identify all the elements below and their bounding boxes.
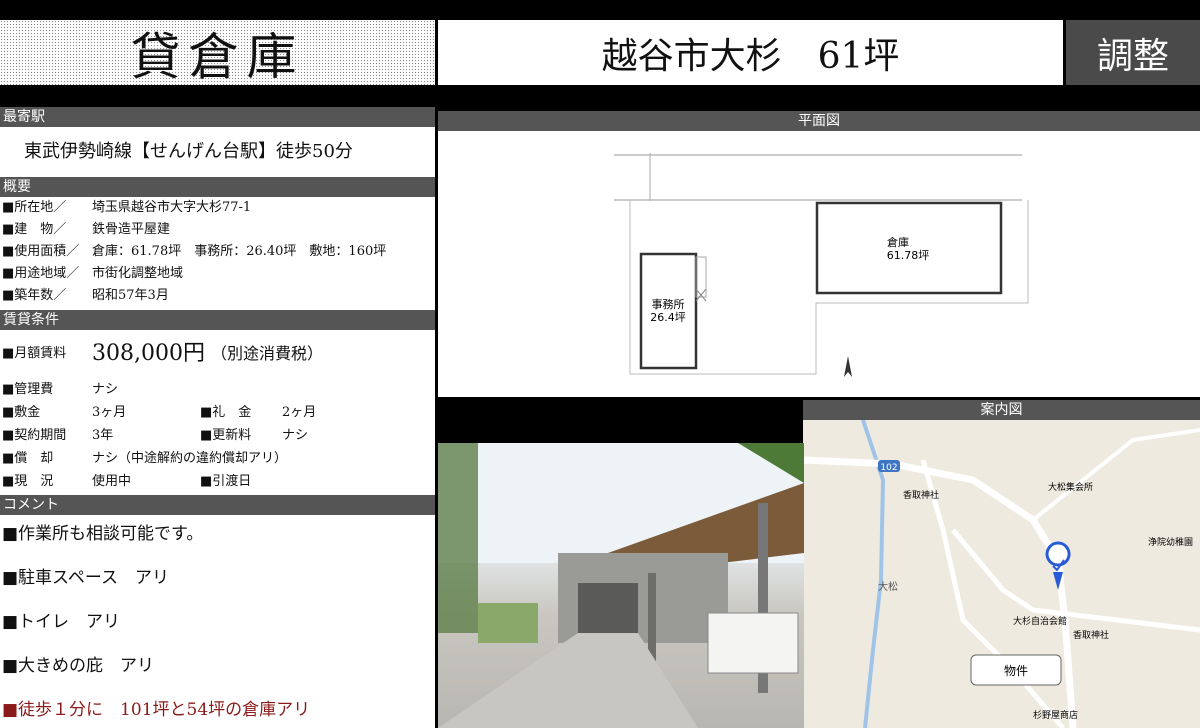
comment-item: ■トイレ アリ: [2, 612, 121, 632]
terms-section-header: 賃貸条件: [0, 310, 435, 330]
office-label: 事務所: [652, 297, 685, 311]
management-fee-value: ナシ: [92, 382, 119, 397]
floorplan-drawing: 倉庫 61.78坪 事務所 26.4坪: [614, 153, 1029, 377]
site-outline: [629, 200, 1029, 375]
photo-illustration: [438, 443, 804, 728]
comment-item: ■大きめの庇 アリ: [2, 656, 155, 676]
property-location-title: 越谷市大杉 61坪: [438, 20, 1063, 85]
current-status-value: 使用中: [92, 474, 132, 489]
overview-key: ■使用面積／: [2, 244, 80, 259]
overview-value: 埼玉県越谷市大字大杉77-1: [92, 200, 252, 215]
amortization-row: ■償 却 ナシ（中途解約の違約償却アリ）: [2, 447, 435, 470]
overview-key: ■所在地／: [2, 200, 67, 215]
overview-row: ■用途地域／ 市街化調整地域: [2, 263, 435, 285]
contract-period-row: ■契約期間 3年 ■更新料 ナシ: [2, 424, 435, 447]
rent-row: ■月額賃料 308,000円 （別途消費税）: [2, 330, 435, 378]
map-section-header: 案内図: [803, 400, 1200, 420]
station-text: 東武伊勢崎線【せんげん台駅】徒歩50分: [24, 141, 353, 162]
amortization-value: ナシ（中途解約の違約償却アリ）: [92, 451, 288, 466]
station-section-header: 最寄駅: [0, 107, 435, 127]
renewal-fee-key: ■更新料: [200, 428, 252, 443]
overview-value: 昭和57年3月: [92, 288, 169, 303]
overview-list: ■所在地／ 埼玉県越谷市大字大杉77-1 ■建 物／ 鉄骨造平屋建 ■使用面積／ 倉庫：6…: [0, 197, 435, 310]
overview-row: ■所在地／ 埼玉県越谷市大字大杉77-1: [2, 197, 435, 219]
key-money-key: ■礼 金: [200, 405, 252, 420]
contract-period-value: 3年: [92, 428, 114, 443]
contract-period-key: ■契約期間: [2, 428, 67, 443]
map-panel[interactable]: 102 香取神社 大松集会所 大松 香取神社 大杉自治会館 杉野屋商店 浄院幼稚…: [803, 420, 1200, 728]
floorplan-section-header: 平面図: [438, 111, 1200, 131]
place-label-7: 浄院幼稚園: [1148, 536, 1193, 548]
place-label-3: 大松: [878, 580, 898, 593]
comment-item: ■作業所も相談可能です。: [2, 524, 204, 544]
marker-callout-label: 物件: [1004, 664, 1028, 678]
current-status-key: ■現 況: [2, 474, 54, 489]
place-label-5: 大杉自治会館: [1013, 615, 1067, 627]
overview-value: 鉄骨造平屋建: [92, 222, 171, 237]
left-column: 最寄駅 東武伊勢崎線【せんげん台駅】徒歩50分 概要 ■所在地／ 埼玉県越谷市大字…: [0, 107, 435, 728]
key-money-value: 2ヶ月: [282, 405, 317, 420]
current-status-row: ■現 況 使用中 ■引渡日: [2, 470, 435, 493]
overview-key: ■建 物／: [2, 222, 67, 237]
overview-value: 市街化調整地域: [92, 266, 184, 281]
handover-date-key: ■引渡日: [200, 474, 252, 489]
overview-value: 倉庫：61.78坪 事務所：26.40坪 敷地：160坪: [92, 244, 387, 259]
deposit-value: 3ヶ月: [92, 405, 127, 420]
place-label-6: 杉野屋商店: [1033, 709, 1078, 721]
overview-row: ■築年数／ 昭和57年3月: [2, 285, 435, 307]
place-label-1: 香取神社: [903, 489, 939, 501]
comment-highlight: ■徒歩１分に 101坪と54坪の倉庫アリ: [2, 700, 311, 720]
place-label-4: 香取神社: [1073, 629, 1109, 641]
comments-list: ■作業所も相談可能です。 ■駐車スペース アリ ■トイレ アリ ■大きめの庇 アリ: [0, 515, 435, 677]
overview-key: ■築年数／: [2, 288, 67, 303]
floorplan-panel: 倉庫 61.78坪 事務所 26.4坪: [438, 131, 1200, 397]
overview-row: ■使用面積／ 倉庫：61.78坪 事務所：26.40坪 敷地：160坪: [2, 241, 435, 263]
rent-key: ■月額賃料: [2, 346, 67, 361]
road-south: [920, 459, 1065, 728]
property-type-title: 貸倉庫: [0, 20, 435, 86]
road-northeast: [1031, 428, 1200, 522]
overview-row: ■建 物／ 鉄骨造平屋建: [2, 219, 435, 241]
route-number: 102: [880, 463, 897, 473]
terms-block: ■月額賃料 308,000円 （別途消費税） ■管理費 ナシ ■敷金 3ヶ月 ■…: [0, 330, 435, 493]
rent-value: 308,000円: [92, 341, 205, 366]
rent-tax-note: （別途消費税）: [210, 344, 323, 363]
deposit-row: ■敷金 3ヶ月 ■礼 金 2ヶ月: [2, 401, 435, 424]
warehouse-label: 倉庫: [887, 235, 909, 249]
office-area: 26.4坪: [650, 311, 686, 324]
management-fee-key: ■管理費: [2, 382, 54, 397]
map-label: 案内図: [980, 402, 1023, 418]
north-arrow-icon: [844, 356, 852, 377]
comment-item: ■駐車スペース アリ: [2, 568, 170, 588]
management-fee-row: ■管理費 ナシ: [2, 378, 435, 401]
comments-section-header: コメント: [0, 495, 435, 515]
status-badge: 調整: [1066, 20, 1200, 85]
warehouse-area: 61.78坪: [887, 249, 930, 262]
deposit-key: ■敷金: [2, 405, 41, 420]
amortization-key: ■償 却: [2, 451, 54, 466]
overview-key: ■用途地域／: [2, 266, 80, 281]
floorplan-label: 平面図: [798, 113, 840, 129]
overview-section-header: 概要: [0, 177, 435, 197]
renewal-fee-value: ナシ: [282, 428, 309, 443]
place-label-2: 大松集会所: [1048, 481, 1093, 493]
warehouse-outline: [815, 201, 1003, 295]
property-photo: [438, 443, 804, 728]
map-drawing: 102 香取神社 大松集会所 大松 香取神社 大杉自治会館 杉野屋商店 浄院幼稚…: [803, 420, 1200, 728]
